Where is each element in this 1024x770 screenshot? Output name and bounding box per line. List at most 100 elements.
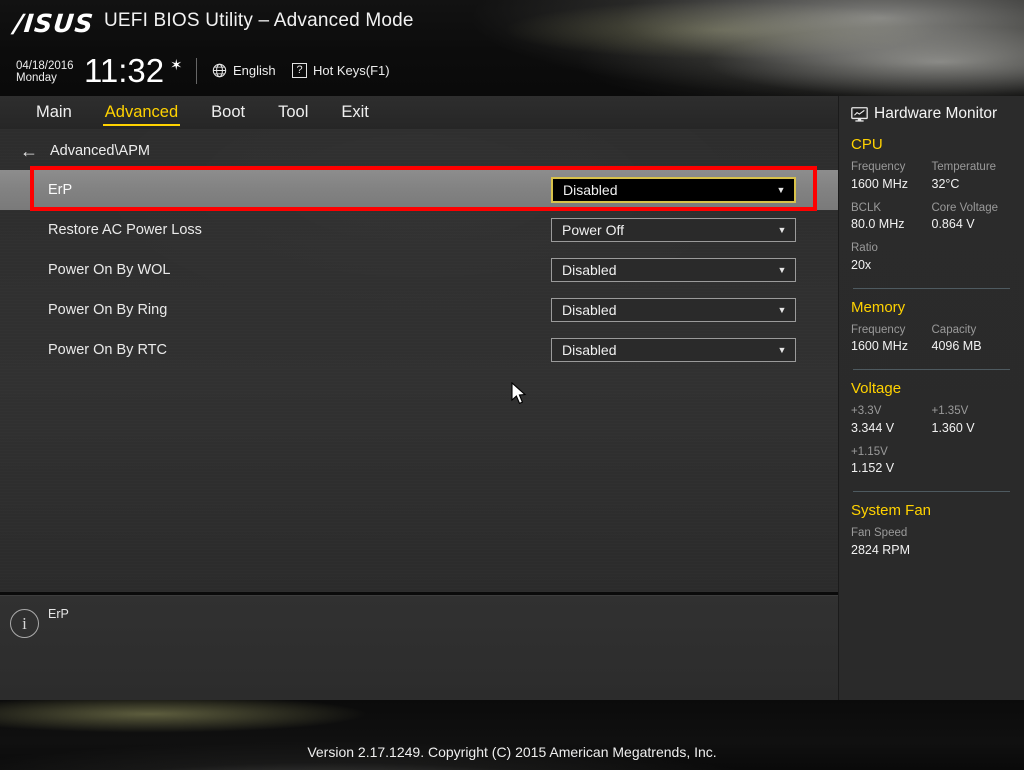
- tab-advanced[interactable]: Advanced: [102, 101, 181, 126]
- section-title-system-fan: System Fan: [851, 502, 932, 520]
- bios-screen: /ISUS UEFI BIOS Utility – Advanced Mode …: [0, 0, 1024, 770]
- hardware-monitor-title: Hardware Monitor: [851, 96, 1012, 126]
- language-label: English: [233, 63, 276, 78]
- dropdown-value: Power Off: [562, 222, 624, 238]
- settings-panel: ← Advanced\APM ErP Disabled ▼ Restore AC…: [0, 129, 838, 592]
- cpu-stats: Frequency 1600 MHz Temperature 32°C BCLK…: [851, 159, 1012, 281]
- setting-row-erp[interactable]: ErP Disabled ▼: [0, 170, 838, 210]
- stat-key: Temperature: [931, 161, 997, 173]
- tab-boot[interactable]: Boot: [209, 101, 247, 125]
- section-title-memory: Memory: [851, 298, 906, 316]
- hotkeys-label: Hot Keys(F1): [313, 63, 390, 78]
- hotkeys-button[interactable]: ? Hot Keys(F1): [292, 63, 390, 78]
- main-tabbar: Main Advanced Boot Tool Exit: [0, 96, 838, 129]
- stat-value: 1600 MHz: [851, 339, 908, 354]
- setting-label: Power On By RTC: [48, 342, 167, 358]
- stat-value: 1600 MHz: [851, 176, 908, 191]
- setting-row-power-on-by-rtc[interactable]: Power On By RTC Disabled ▼: [0, 330, 838, 370]
- mouse-cursor: [511, 382, 527, 405]
- dropdown-value: Disabled: [563, 182, 618, 198]
- stat-key: Frequency: [851, 161, 906, 173]
- setting-label: ErP: [48, 182, 73, 198]
- breadcrumb-path: Advanced\APM: [50, 143, 150, 159]
- breadcrumb[interactable]: ← Advanced\APM: [20, 138, 150, 164]
- stat-key: Ratio: [851, 242, 878, 255]
- stat-cpu-frequency: Frequency 1600 MHz: [851, 159, 932, 193]
- stat-cpu-core-voltage: Core Voltage 0.864 V: [932, 200, 1013, 234]
- top-banner: /ISUS UEFI BIOS Utility – Advanced Mode …: [0, 0, 1024, 96]
- back-arrow-icon[interactable]: ←: [20, 142, 38, 160]
- stat-value: 1.152 V: [851, 461, 895, 476]
- stat-key: Core Voltage: [931, 201, 999, 214]
- section-divider: [853, 491, 1010, 493]
- info-icon: i: [10, 609, 39, 638]
- setting-row-restore-ac-power-loss[interactable]: Restore AC Power Loss Power Off ▼: [0, 210, 838, 250]
- banner-swoosh-1: [421, 0, 1024, 96]
- chevron-down-icon: ▼: [777, 224, 787, 235]
- setting-row-power-on-by-ring[interactable]: Power On By Ring Disabled ▼: [0, 290, 838, 330]
- restore-ac-power-loss-dropdown[interactable]: Power Off ▼: [551, 218, 796, 242]
- stat-value: 0.864 V: [931, 217, 975, 232]
- dropdown-value: Disabled: [562, 262, 617, 278]
- stat-cpu-bclk: BCLK 80.0 MHz: [851, 200, 932, 234]
- section-title-cpu: CPU: [851, 136, 883, 153]
- banner-swoosh-4: [547, 0, 1024, 96]
- stat-cpu-temperature: Temperature 32°C: [932, 159, 1013, 193]
- tab-main[interactable]: Main: [34, 101, 74, 125]
- stat-key: Capacity: [931, 323, 977, 336]
- stat-voltage-1v15: +1.15V 1.152 V: [851, 444, 932, 478]
- setting-label: Power On By Ring: [48, 302, 168, 318]
- language-selector[interactable]: English: [212, 63, 276, 78]
- tab-tool[interactable]: Tool: [276, 101, 310, 125]
- stat-key: Fan Speed: [851, 527, 908, 540]
- section-divider: [853, 287, 1010, 289]
- erp-dropdown[interactable]: Disabled ▼: [551, 177, 796, 203]
- header-divider: [196, 58, 197, 84]
- stat-key: +1.15V: [851, 445, 888, 458]
- banner-swoosh-5: [644, 0, 1024, 96]
- stat-value: 20x: [851, 257, 872, 272]
- asus-logo: /ISUS: [12, 9, 96, 38]
- version-text: Version 2.17.1249. Copyright (C) 2015 Am…: [307, 744, 717, 760]
- chevron-down-icon: ▼: [776, 184, 786, 195]
- power-on-by-wol-dropdown[interactable]: Disabled ▼: [551, 258, 796, 282]
- chevron-down-icon: ▼: [777, 304, 787, 315]
- question-mark-icon: ?: [292, 63, 307, 78]
- stat-memory-capacity: Capacity 4096 MB: [932, 322, 1013, 356]
- section-title-voltage: Voltage: [851, 380, 902, 398]
- help-text: ErP: [48, 607, 69, 621]
- stat-memory-frequency: Frequency 1600 MHz: [851, 322, 932, 356]
- system-fan-stats: Fan Speed 2824 RPM: [851, 525, 1012, 566]
- setting-row-power-on-by-wol[interactable]: Power On By WOL Disabled ▼: [0, 250, 838, 290]
- bottom-bar: Version 2.17.1249. Copyright (C) 2015 Am…: [0, 700, 1024, 770]
- gear-icon[interactable]: ✶: [170, 58, 183, 73]
- clock-display: 11:32: [84, 52, 165, 89]
- current-weekday: Monday: [16, 72, 57, 85]
- stat-cpu-ratio: Ratio 20x: [851, 240, 932, 274]
- stat-value: 2824 RPM: [851, 542, 911, 557]
- stat-fan-speed: Fan Speed 2824 RPM: [851, 525, 1012, 559]
- page-title: UEFI BIOS Utility – Advanced Mode: [104, 10, 414, 31]
- memory-stats: Frequency 1600 MHz Capacity 4096 MB: [851, 322, 1012, 363]
- tab-exit[interactable]: Exit: [339, 101, 371, 125]
- banner-swoosh-2: [463, 0, 1024, 96]
- power-on-by-rtc-dropdown[interactable]: Disabled ▼: [551, 338, 796, 362]
- date-display: 04/18/2016 Monday: [16, 60, 74, 84]
- dropdown-value: Disabled: [562, 302, 617, 318]
- footer-swoosh-2: [0, 714, 705, 770]
- chevron-down-icon: ▼: [777, 264, 787, 275]
- section-divider: [853, 369, 1010, 371]
- stat-key: +1.35V: [931, 405, 969, 418]
- footer-swoosh-1: [0, 708, 694, 770]
- stat-value: 3.344 V: [851, 420, 895, 435]
- hardware-monitor-sidebar: Hardware Monitor CPU Frequency 1600 MHz …: [838, 96, 1024, 700]
- dropdown-value: Disabled: [562, 342, 617, 358]
- stat-key: +3.3V: [851, 405, 882, 418]
- power-on-by-ring-dropdown[interactable]: Disabled ▼: [551, 298, 796, 322]
- monitor-chart-icon: [851, 106, 868, 122]
- banner-swoosh-3: [585, 0, 1024, 96]
- stat-value: 32°C: [931, 176, 960, 191]
- hardware-monitor-label: Hardware Monitor: [874, 105, 998, 122]
- globe-icon: [212, 63, 227, 78]
- chevron-down-icon: ▼: [777, 344, 787, 355]
